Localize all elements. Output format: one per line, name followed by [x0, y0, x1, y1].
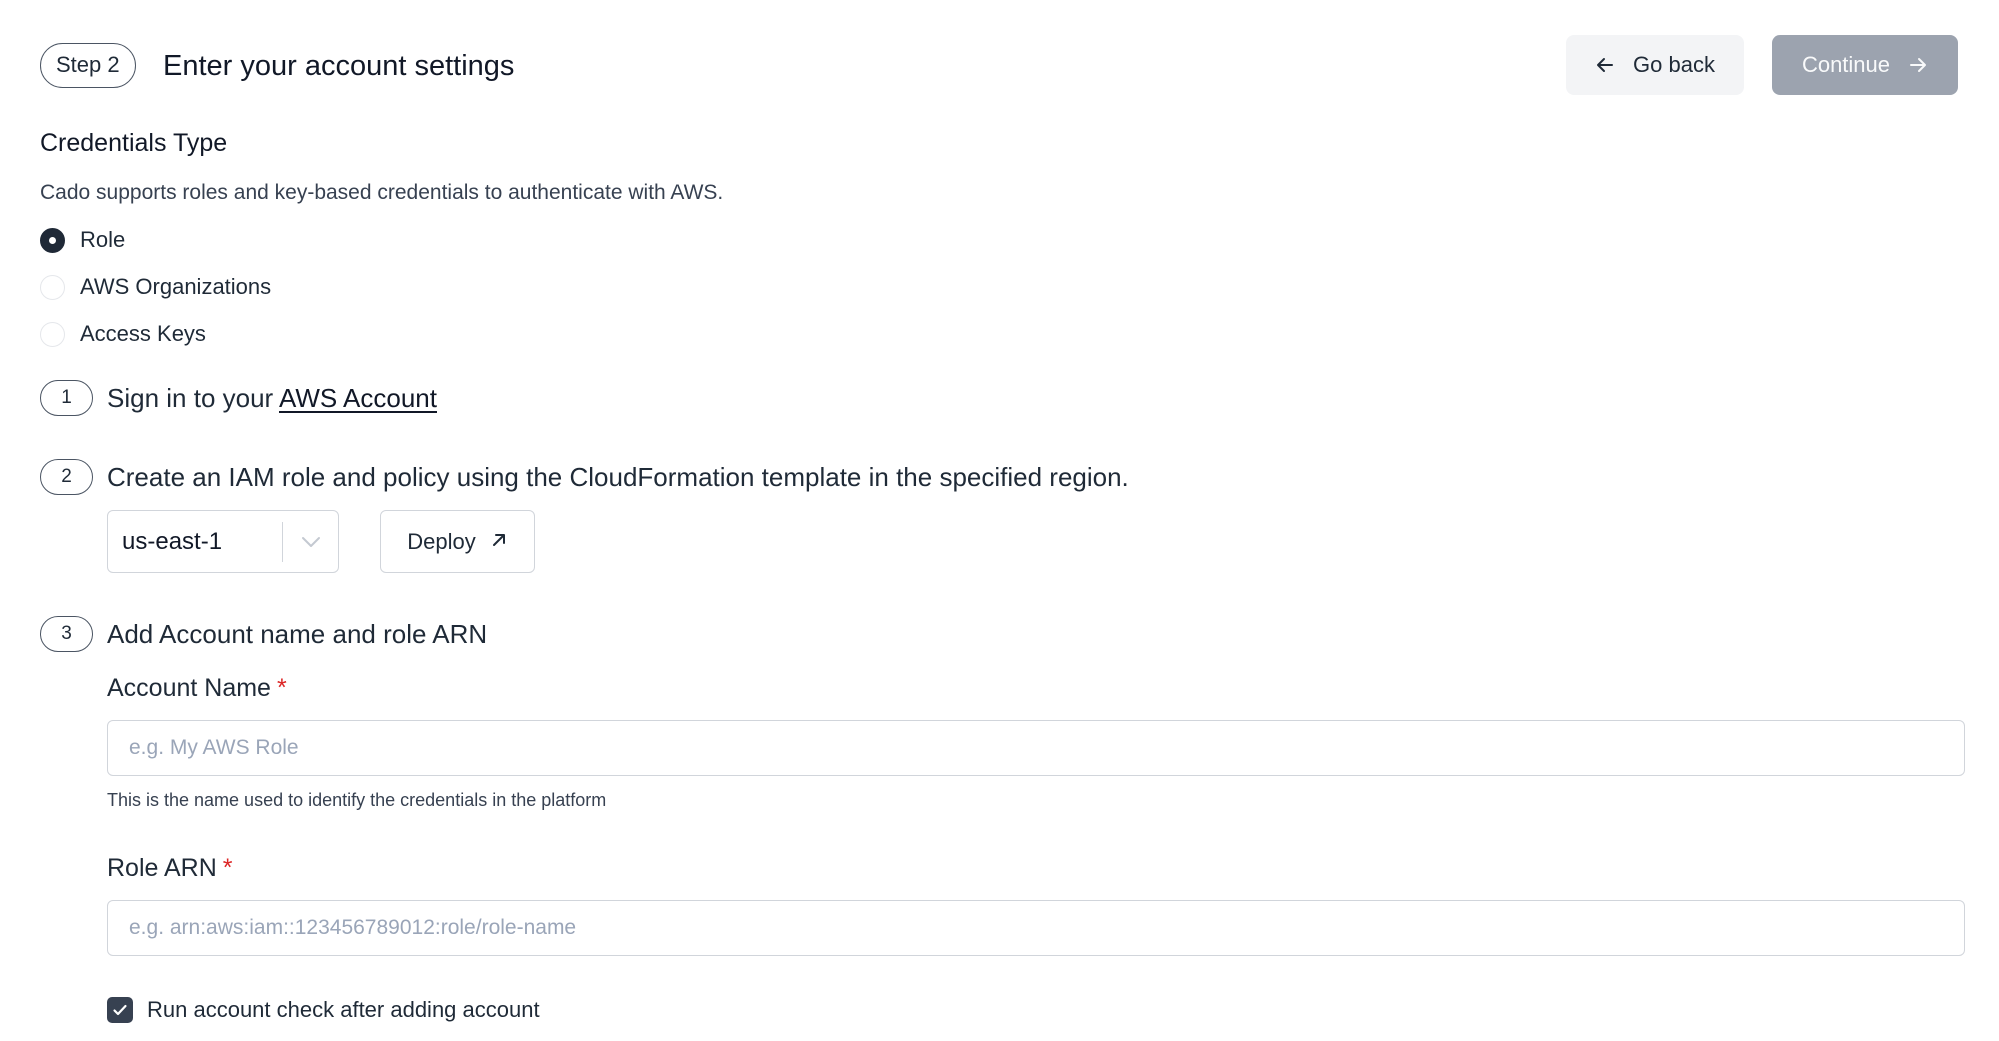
step-number-2: 2 [40, 459, 93, 495]
arrow-left-icon [1595, 55, 1615, 75]
role-arn-label: Role ARN * [107, 853, 233, 883]
account-settings-page: Step 2 Enter your account settings Go ba… [0, 0, 1999, 1041]
region-select[interactable]: us-east-1 [107, 510, 339, 573]
account-name-label-text: Account Name [107, 674, 271, 702]
radio-option-access-keys[interactable]: Access Keys [40, 319, 206, 349]
account-check-option[interactable]: Run account check after adding account [107, 995, 540, 1025]
credentials-description: Cado supports roles and key-based creden… [40, 181, 724, 204]
page-title: Enter your account settings [163, 50, 515, 82]
radio-label-aws-organizations: AWS Organizations [80, 274, 272, 299]
step-2-text: Create an IAM role and policy using the … [107, 462, 1129, 492]
step-number-3: 3 [40, 616, 93, 652]
radio-label-role: Role [80, 227, 126, 252]
required-asterisk: * [276, 674, 287, 702]
arrow-up-right-icon [490, 529, 508, 555]
aws-account-link[interactable]: AWS Account [279, 383, 437, 413]
go-back-label: Go back [1633, 52, 1715, 77]
account-check-label: Run account check after adding account [147, 997, 540, 1022]
account-check-checkbox[interactable] [107, 997, 133, 1023]
step-1-text: Sign in to your AWS Account [107, 382, 437, 414]
deploy-button[interactable]: Deploy [380, 510, 535, 573]
check-icon [113, 1004, 127, 1016]
radio-button-aws-organizations[interactable] [40, 274, 65, 300]
radio-label-access-keys: Access Keys [80, 321, 206, 346]
chevron-down-icon[interactable] [283, 536, 338, 548]
radio-button-access-keys[interactable] [40, 321, 65, 347]
account-name-label: Account Name * [107, 673, 287, 703]
region-select-value: us-east-1 [122, 527, 223, 555]
deploy-label: Deploy [407, 528, 476, 554]
radio-option-role[interactable]: Role [40, 225, 125, 255]
continue-button[interactable]: Continue [1772, 35, 1958, 95]
credentials-type-heading: Credentials Type [40, 129, 228, 157]
go-back-button[interactable]: Go back [1566, 35, 1744, 95]
arrow-right-icon [1908, 55, 1928, 75]
step-badge: Step 2 [40, 43, 136, 88]
radio-option-aws-organizations[interactable]: AWS Organizations [40, 272, 271, 302]
account-name-hint: This is the name used to identify the cr… [107, 790, 607, 810]
account-name-input[interactable] [107, 720, 1965, 776]
continue-label: Continue [1801, 52, 1891, 77]
radio-button-role[interactable] [40, 227, 65, 253]
role-arn-label-text: Role ARN [107, 854, 217, 882]
step-1-text-prefix: Sign in to your [107, 383, 279, 413]
required-asterisk: * [222, 854, 233, 882]
step-number-1: 1 [40, 380, 93, 416]
step-3-text: Add Account name and role ARN [107, 619, 488, 649]
role-arn-input[interactable] [107, 900, 1965, 956]
